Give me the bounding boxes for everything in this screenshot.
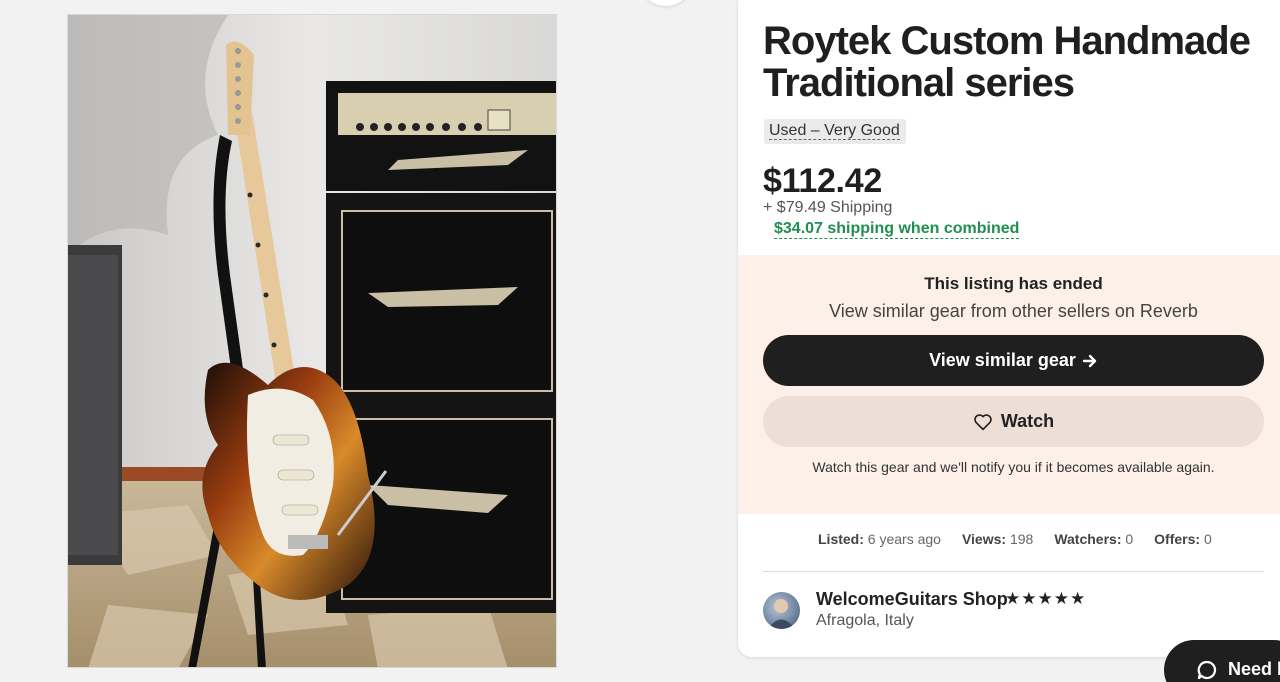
watch-button[interactable]: Watch bbox=[763, 396, 1264, 447]
star-rating-icon[interactable]: ★★★★★ bbox=[1005, 589, 1086, 609]
chat-bubble-icon bbox=[1197, 660, 1217, 680]
listing-panel: Roytek Custom Handmade Traditional serie… bbox=[738, 0, 1280, 657]
help-label: Need h bbox=[1228, 659, 1280, 679]
avatar-image bbox=[768, 599, 795, 629]
gallery-nav-button[interactable] bbox=[640, 0, 692, 6]
stat-watchers: Watchers: 0 bbox=[1054, 531, 1134, 547]
seller-location: Afragola, Italy bbox=[816, 612, 914, 629]
ended-title: This listing has ended bbox=[924, 274, 1103, 293]
listing-stats: Listed: 6 years ago Views: 198 Watchers:… bbox=[818, 531, 1212, 547]
product-photo[interactable] bbox=[67, 14, 557, 668]
seller-name-link[interactable]: WelcomeGuitars Shop bbox=[816, 589, 1008, 610]
watch-label: Watch bbox=[1000, 411, 1055, 431]
arrow-right-icon bbox=[1082, 354, 1097, 367]
shipping-cost: + $79.49 Shipping bbox=[763, 199, 893, 216]
view-similar-button[interactable]: View similar gear bbox=[763, 335, 1264, 386]
listing-price: $112.42 bbox=[763, 162, 882, 200]
listing-title: Roytek Custom Handmade Traditional serie… bbox=[763, 19, 1251, 105]
divider bbox=[763, 571, 1264, 572]
watch-note: Watch this gear and we'll notify you if … bbox=[812, 459, 1215, 475]
help-chat-button[interactable]: Need h bbox=[1164, 640, 1280, 682]
condition-text: Used – Very Good bbox=[769, 122, 900, 140]
listing-ended-box: This listing has ended View similar gear… bbox=[738, 255, 1280, 514]
ended-subtitle: View similar gear from other sellers on … bbox=[829, 301, 1198, 321]
seller-avatar[interactable] bbox=[763, 592, 800, 629]
stat-listed: Listed: 6 years ago bbox=[818, 531, 941, 547]
stat-offers: Offers: 0 bbox=[1154, 531, 1212, 547]
heart-icon bbox=[974, 413, 992, 430]
stat-views: Views: 198 bbox=[961, 531, 1034, 547]
view-similar-label: View similar gear bbox=[929, 350, 1076, 370]
combined-shipping-link[interactable]: $34.07 shipping when combined bbox=[774, 220, 1020, 239]
guitar-photo-illustration bbox=[68, 15, 556, 667]
image-gallery bbox=[0, 0, 713, 682]
condition-badge[interactable]: Used – Very Good bbox=[764, 119, 906, 144]
